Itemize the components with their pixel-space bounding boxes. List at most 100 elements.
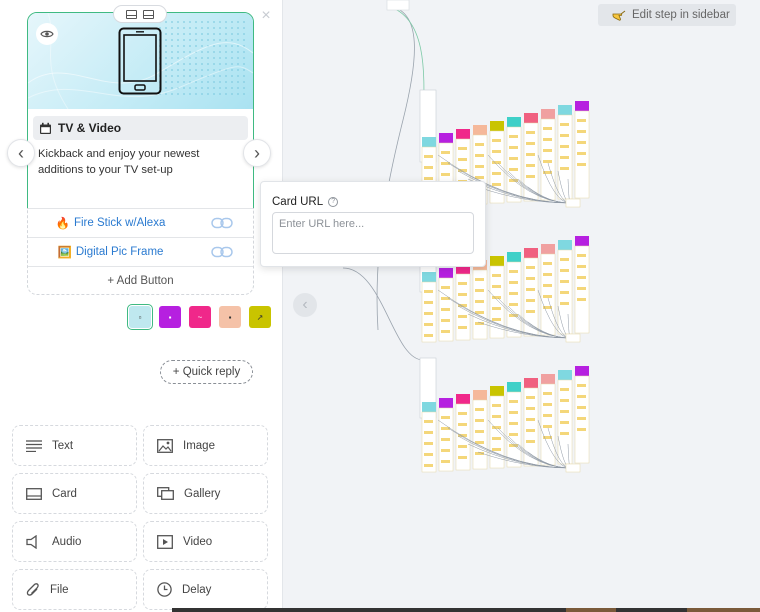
flow-card-node[interactable] [558, 370, 572, 380]
close-icon[interactable]: × [259, 8, 273, 24]
link-icon[interactable] [211, 217, 233, 229]
audio-icon [26, 534, 37, 549]
flow-card-node[interactable] [524, 378, 538, 388]
flow-card-row [543, 273, 552, 276]
flow-card-row [441, 416, 450, 419]
thumb-2[interactable]: ▪ [159, 306, 181, 328]
flow-card-column[interactable] [540, 253, 556, 336]
flow-connector [342, 267, 424, 361]
thumb-3[interactable]: ~ [189, 306, 211, 328]
flow-card-node[interactable] [575, 366, 589, 376]
flow-end-node[interactable] [565, 463, 581, 473]
help-icon[interactable]: ? [328, 197, 339, 207]
palette-text[interactable]: Text [12, 425, 137, 466]
flow-end-node[interactable] [565, 198, 581, 208]
flow-card-column[interactable] [540, 383, 556, 466]
flow-card-row [509, 292, 518, 295]
flow-card-node[interactable] [575, 236, 589, 246]
flow-card-node[interactable] [439, 398, 453, 408]
palette-delay[interactable]: Delay [143, 569, 268, 610]
palette-video[interactable]: Video [143, 521, 268, 562]
flow-end-node[interactable] [565, 333, 581, 343]
flow-card-row [543, 262, 552, 265]
flow-card-row [475, 143, 484, 146]
flow-card-node[interactable] [490, 256, 504, 266]
flow-card-node[interactable] [524, 248, 538, 258]
flow-card-row [509, 281, 518, 284]
picture-frame-emoji-icon: 🖼️ [57, 247, 72, 259]
edit-step-in-sidebar-button[interactable]: Edit step in sidebar [598, 4, 736, 26]
flow-card-row [492, 307, 501, 310]
card-image[interactable] [28, 13, 253, 109]
layout-vertical-icon[interactable] [126, 9, 137, 19]
flow-card-row [475, 289, 484, 292]
preview-eye-icon[interactable] [36, 23, 58, 45]
palette-gallery[interactable]: Gallery [143, 473, 268, 514]
link-icon[interactable] [211, 246, 233, 258]
flow-card-row [424, 177, 433, 180]
flow-card-row [577, 298, 586, 301]
flow-card-node[interactable] [558, 240, 572, 250]
flow-connector [387, 5, 425, 141]
flow-card-node[interactable] [541, 374, 555, 384]
thumb-5[interactable]: ↗ [249, 306, 271, 328]
flow-card-node[interactable] [541, 244, 555, 254]
flow-card-row [458, 423, 467, 426]
flow-card-node[interactable] [456, 394, 470, 404]
previous-card-arrow[interactable]: ‹ [7, 139, 35, 167]
flow-card-node[interactable] [490, 386, 504, 396]
card-button-2[interactable]: 🖼️ Digital Pic Frame [28, 237, 253, 266]
add-button[interactable]: + Add Button [28, 266, 253, 295]
flow-card-node[interactable] [490, 121, 504, 131]
flow-card-column[interactable] [506, 126, 522, 203]
flow-card-row [458, 315, 467, 318]
flow-card-node[interactable] [575, 101, 589, 111]
flow-card-node[interactable] [473, 390, 487, 400]
palette-image[interactable]: Image [143, 425, 268, 466]
palette-audio[interactable]: Audio [12, 521, 137, 562]
flow-card-node[interactable] [439, 268, 453, 278]
card-url-input[interactable] [272, 212, 474, 254]
flow-card-node[interactable] [422, 272, 436, 282]
flow-start-node[interactable] [386, 0, 410, 11]
flow-card-row [577, 406, 586, 409]
card-icon [26, 487, 42, 500]
flow-card-node[interactable] [439, 133, 453, 143]
flow-card-node[interactable] [422, 137, 436, 147]
flow-card-node[interactable] [524, 113, 538, 123]
thumb-4[interactable]: ▪ [219, 306, 241, 328]
flow-card-node[interactable] [507, 117, 521, 127]
flow-card-row [475, 419, 484, 422]
flow-card-node[interactable] [456, 129, 470, 139]
card-title-field[interactable]: TV & Video [33, 116, 248, 140]
card-button-1[interactable]: 🔥 Fire Stick w/Alexa [28, 208, 253, 237]
palette-card[interactable]: Card [12, 473, 137, 514]
card-layout-toggle[interactable] [113, 5, 167, 23]
flow-card-column[interactable] [506, 391, 522, 468]
flow-card-node[interactable] [507, 252, 521, 262]
flow-card-node[interactable] [507, 382, 521, 392]
flow-card-node[interactable] [473, 125, 487, 135]
flow-card-row [526, 131, 535, 134]
flow-canvas[interactable] [283, 0, 760, 612]
flow-card-row [560, 421, 569, 424]
flow-card-row [509, 168, 518, 171]
flow-card-node[interactable] [422, 402, 436, 412]
card-description[interactable]: Kickback and enjoy your newest additions… [38, 146, 238, 178]
thumb-1[interactable]: ▫ [127, 304, 153, 330]
flow-card-column[interactable] [506, 261, 522, 338]
flow-card-row [492, 274, 501, 277]
palette-file[interactable]: File [12, 569, 137, 610]
next-card-arrow[interactable]: › [243, 139, 271, 167]
flow-card-row [526, 418, 535, 421]
canvas-collapse-arrow[interactable]: ‹ [293, 293, 317, 317]
flow-card-column[interactable] [540, 118, 556, 201]
quick-reply-button[interactable]: + Quick reply [160, 360, 253, 384]
flow-card-node[interactable] [541, 109, 555, 119]
flow-card-row [577, 265, 586, 268]
flow-card-row [543, 149, 552, 152]
flow-card-row [526, 396, 535, 399]
layout-horizontal-icon[interactable] [143, 9, 154, 19]
flow-card-node[interactable] [558, 105, 572, 115]
flow-card-row [509, 135, 518, 138]
